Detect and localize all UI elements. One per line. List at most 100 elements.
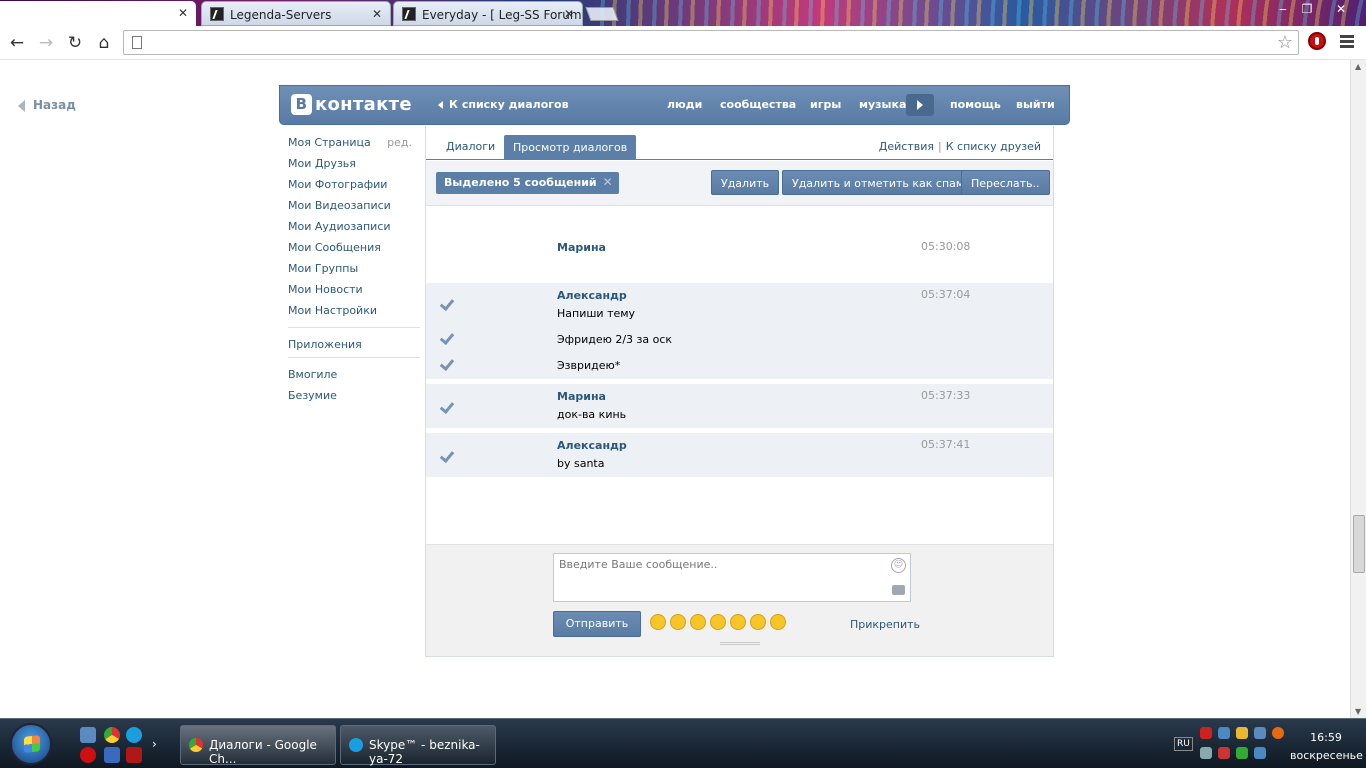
forward-arrow-icon[interactable]: →	[35, 32, 57, 54]
close-window-button[interactable]: ✕	[1327, 0, 1355, 18]
kiss-emoji-icon[interactable]	[670, 614, 686, 630]
browser-tab-active[interactable]: ✕	[0, 1, 196, 26]
new-tab-button[interactable]	[585, 7, 619, 21]
forward-button[interactable]: Переслать..	[961, 170, 1050, 195]
close-tab-icon[interactable]: ✕	[564, 7, 574, 21]
back-arrow-icon[interactable]: ←	[6, 32, 28, 54]
nav-help[interactable]: помощь	[950, 98, 1001, 111]
shock-emoji-icon[interactable]	[770, 614, 786, 630]
close-tab-icon[interactable]: ✕	[178, 6, 188, 20]
nav-communities[interactable]: сообщества	[720, 98, 796, 111]
nav-people[interactable]: люди	[667, 98, 702, 111]
network-icon[interactable]	[1236, 747, 1248, 759]
browser-tab-forum[interactable]: Everyday - [ Leg-SS Forum ] ✕	[393, 1, 583, 26]
back-link[interactable]: Назад	[18, 98, 76, 112]
edit-link[interactable]: ред.	[387, 134, 412, 151]
sidebar-item-videos[interactable]: Мои Видеозаписи	[288, 197, 420, 218]
skype-icon[interactable]	[126, 727, 142, 743]
checkmark-icon[interactable]	[440, 297, 456, 309]
checkmark-icon[interactable]	[440, 400, 456, 412]
sidebar-item-news[interactable]: Мои Новости	[288, 281, 420, 302]
message-author[interactable]: Марина	[557, 390, 606, 403]
checkmark-icon[interactable]	[440, 331, 456, 343]
actions-link[interactable]: Действия	[879, 140, 934, 153]
friends-list-link[interactable]: К списку друзей	[946, 140, 1041, 153]
start-button[interactable]	[10, 723, 52, 765]
show-desktop-icon[interactable]	[80, 727, 96, 743]
checkmark-icon[interactable]	[440, 449, 456, 461]
nav-music[interactable]: музыка	[859, 98, 906, 111]
address-bar[interactable]: ☆	[123, 30, 1299, 55]
resize-grip[interactable]	[720, 642, 760, 645]
message-row[interactable]: Марина 05:30:08	[426, 207, 1053, 282]
sidebar-item-friends[interactable]: Мои Друзья	[288, 155, 420, 176]
attach-link[interactable]: Прикрепить	[850, 618, 920, 631]
smiley-icon[interactable]: ☺	[891, 558, 906, 573]
sidebar-item-app-2[interactable]: Безумие	[288, 387, 420, 408]
delete-button[interactable]: Удалить	[711, 170, 780, 195]
delete-spam-button[interactable]: Удалить и отметить как спам	[782, 170, 975, 195]
cry-emoji-icon[interactable]	[750, 614, 766, 630]
minimize-button[interactable]: ‒	[1270, 0, 1296, 18]
taskbar-item-chrome[interactable]: Диалоги - Google Ch...	[180, 725, 336, 766]
message-author[interactable]: Александр	[557, 439, 627, 452]
restore-button[interactable]: ❐	[1294, 0, 1320, 18]
bookmark-star-icon[interactable]: ☆	[1277, 32, 1293, 53]
close-tab-icon[interactable]: ✕	[372, 7, 382, 21]
camera-icon[interactable]	[892, 585, 905, 595]
clear-selection-icon[interactable]: ✕	[603, 175, 613, 189]
message-row[interactable]: Александр 05:37:04 Напиши тему Эфридею 2…	[426, 283, 1053, 379]
nav-games[interactable]: игры	[810, 98, 841, 111]
tab-view-dialogs[interactable]: Просмотр диалогов	[504, 135, 637, 160]
sidebar-item-app-1[interactable]: Вмогиле	[288, 366, 420, 387]
to-dialogs-link[interactable]: К списку диалогов	[438, 98, 569, 111]
tab-dialogs[interactable]: Диалоги	[446, 140, 495, 153]
checkmark-icon[interactable]	[440, 357, 456, 369]
message-author[interactable]: Александр	[557, 289, 627, 302]
tray-icon[interactable]	[1218, 727, 1230, 739]
tray-icon[interactable]	[1254, 747, 1266, 759]
tray-icon[interactable]	[1254, 727, 1266, 739]
browser-menu-icon[interactable]	[1340, 35, 1354, 50]
sidebar-item-my-page[interactable]: Моя Страница ред.	[288, 134, 420, 155]
page-scrollbar[interactable]: ▲ ▼	[1350, 60, 1366, 718]
home-icon[interactable]: ⌂	[93, 32, 115, 54]
chevron-right-icon[interactable]: ›	[152, 737, 168, 753]
scroll-up-icon[interactable]: ▲	[1355, 62, 1361, 71]
chrome-icon[interactable]	[104, 727, 120, 743]
sidebar-item-apps[interactable]: Приложения	[288, 336, 420, 357]
tray-icon[interactable]	[1272, 727, 1284, 739]
sidebar-item-audio[interactable]: Мои Аудиозаписи	[288, 218, 420, 239]
tray-icon[interactable]	[1218, 747, 1230, 759]
scroll-down-icon[interactable]: ▼	[1355, 707, 1361, 716]
message-row[interactable]: Александр 05:37:41 by santa	[426, 433, 1053, 477]
message-input[interactable]: Введите Ваше сообщение.. ☺	[553, 553, 911, 602]
laugh-emoji-icon[interactable]	[690, 614, 706, 630]
browser-tab-legenda[interactable]: Legenda-Servers ✕	[201, 1, 391, 26]
sidebar-item-groups[interactable]: Мои Группы	[288, 260, 420, 281]
speaker-icon[interactable]	[1200, 747, 1212, 759]
message-author[interactable]: Марина	[557, 241, 606, 254]
language-indicator[interactable]: RU	[1174, 737, 1193, 751]
sidebar-item-messages[interactable]: Мои Сообщения	[288, 239, 420, 260]
scream-emoji-icon[interactable]	[730, 614, 746, 630]
taskbar-item-skype[interactable]: Skype™ - beznika-ya-72	[340, 725, 496, 766]
send-button[interactable]: Отправить	[553, 611, 641, 637]
tray-icon[interactable]	[1236, 727, 1248, 739]
nav-play-icon[interactable]	[906, 94, 934, 116]
opera-icon[interactable]	[80, 747, 96, 763]
pdf-reader-icon[interactable]	[126, 747, 142, 763]
wink-emoji-icon[interactable]	[710, 614, 726, 630]
sidebar-item-photos[interactable]: Мои Фотографии	[288, 176, 420, 197]
reload-icon[interactable]: ↻	[64, 32, 86, 54]
message-row[interactable]: Марина 05:37:33 док-ва кинь	[426, 384, 1053, 428]
scroll-thumb[interactable]	[1353, 515, 1365, 573]
taskbar-clock[interactable]: 16:59 воскресенье	[1290, 729, 1363, 765]
adblock-extension-icon[interactable]	[1308, 32, 1326, 50]
app-icon[interactable]	[104, 747, 120, 763]
vk-logo[interactable]: Вконтакте	[291, 94, 412, 116]
sidebar-item-settings[interactable]: Мои Настройки	[288, 302, 420, 323]
nav-logout[interactable]: выйти	[1016, 98, 1055, 111]
tray-icon[interactable]	[1200, 727, 1212, 739]
smile-emoji-icon[interactable]	[650, 614, 666, 630]
